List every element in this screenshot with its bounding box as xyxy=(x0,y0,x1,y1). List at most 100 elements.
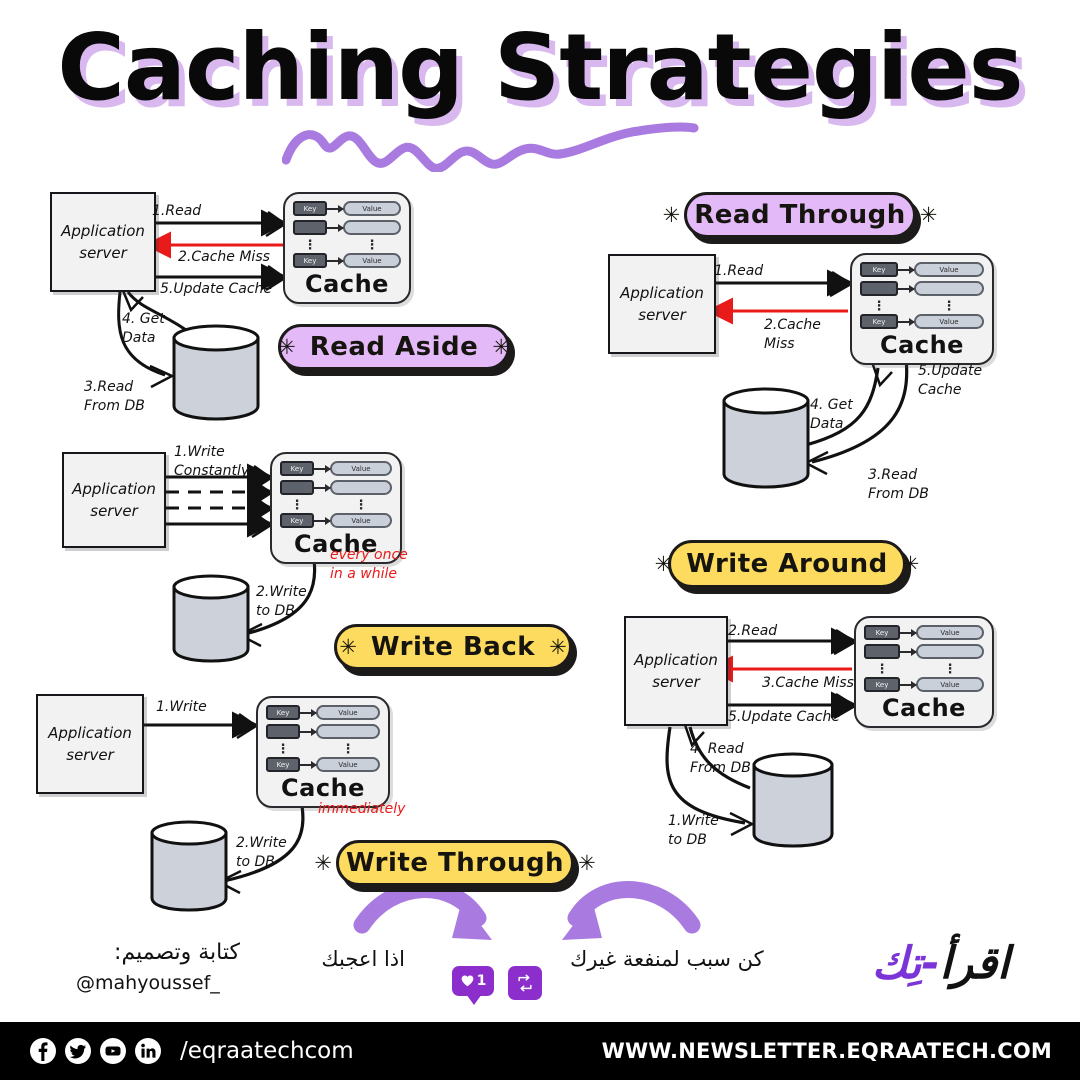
write-back-database xyxy=(172,574,250,663)
footer-bar: /eqraatechcom WWW.NEWSLETTER.EQRAATECH.C… xyxy=(0,1022,1080,1080)
cache-value-cell-empty xyxy=(316,724,380,739)
cache-row: Key Value xyxy=(280,461,392,476)
linkedin-icon[interactable] xyxy=(135,1038,161,1064)
cache-value-cell: Value xyxy=(914,314,984,329)
cache-key-cell-empty xyxy=(864,644,900,659)
youtube-icon[interactable] xyxy=(100,1038,126,1064)
cache-row xyxy=(266,724,380,739)
cta-left-text: اذا اعجبك xyxy=(321,947,405,971)
brand-logo-separator: - xyxy=(921,938,941,989)
write-around-step-2: 2.Read xyxy=(728,623,778,639)
read-aside-application-server: Application server xyxy=(50,192,156,292)
read-aside-cache: Key Value ⋮ ⋮ Key Value Cache xyxy=(283,192,411,304)
server-label-line1: Application xyxy=(620,283,704,302)
cache-key-cell: Key xyxy=(280,461,314,476)
kv-arrow-icon xyxy=(900,680,917,689)
cache-key-cell-empty xyxy=(293,220,327,235)
cache-key-cell: Key xyxy=(864,677,900,692)
write-through-cache: Key Value ⋮ ⋮ Key Value Cache xyxy=(256,696,390,808)
read-through-application-server: Application server xyxy=(608,254,716,354)
star-icon: ✳ xyxy=(549,634,567,659)
write-around-database xyxy=(752,752,834,848)
cache-key-cell-empty xyxy=(266,724,300,739)
kv-arrow-icon xyxy=(898,265,915,274)
repost-button[interactable] xyxy=(508,966,542,1000)
star-icon: ✳ xyxy=(278,334,296,359)
badge-label: Write Around xyxy=(686,549,888,579)
cache-ellipsis-row: ⋮ ⋮ xyxy=(875,662,957,677)
cache-key-cell: Key xyxy=(280,513,314,528)
kv-arrow-icon xyxy=(327,256,344,265)
brand-logo-purple: تِك xyxy=(872,938,923,989)
kv-arrow-icon xyxy=(300,708,317,717)
cache-row xyxy=(860,281,984,296)
badge-label: Write Back xyxy=(370,632,536,662)
badge-read-through: ✳ Read Through ✳ xyxy=(663,192,937,238)
facebook-icon[interactable] xyxy=(30,1038,56,1064)
star-icon: ✳ xyxy=(654,551,673,576)
write-back-annotation: every once in a while xyxy=(330,547,408,582)
read-through-step-1: 1.Read xyxy=(714,263,764,279)
read-aside-step-4: 4. Get Data xyxy=(122,311,165,346)
write-around-step-1: 1.Write to DB xyxy=(668,813,719,848)
credits-arabic-label: كتابة وتصميم: xyxy=(114,940,240,965)
page-title: Caching Strategies xyxy=(57,14,1023,121)
footer-website[interactable]: WWW.NEWSLETTER.EQRAATECH.COM xyxy=(602,1039,1052,1063)
server-label-line1: Application xyxy=(61,221,145,240)
cache-row: Key Value xyxy=(280,513,392,528)
read-through-step-3: 3.Read From DB xyxy=(868,467,929,502)
cache-value-cell-empty xyxy=(916,644,984,659)
cache-row xyxy=(293,220,401,235)
star-icon: ✳ xyxy=(662,202,681,227)
cache-row: Key Value xyxy=(293,253,401,268)
star-icon: ✳ xyxy=(492,334,510,359)
write-through-step-2: 2.Write to DB xyxy=(236,835,287,870)
kv-arrow-icon xyxy=(314,464,331,473)
write-around-step-5: 5.Update Cache xyxy=(728,709,841,725)
cache-value-cell-empty xyxy=(914,281,984,296)
write-back-step-1: 1.Write Constantly xyxy=(174,444,250,479)
infographic-canvas: Caching Strategies Application server Ke… xyxy=(0,0,1080,1080)
kv-arrow-icon xyxy=(900,628,917,637)
cache-value-cell: Value xyxy=(316,705,380,720)
cache-row: Key Value xyxy=(864,625,984,640)
kv-arrow-icon xyxy=(900,647,917,656)
cache-key-cell-empty xyxy=(280,480,314,495)
kv-arrow-icon xyxy=(314,516,331,525)
server-label-line2: server xyxy=(90,502,138,520)
twitter-icon[interactable] xyxy=(65,1038,91,1064)
write-around-cache: Key Value ⋮ ⋮ Key Value Cache xyxy=(854,616,994,728)
write-through-database xyxy=(150,820,228,912)
read-through-step-5: 5.Update Cache xyxy=(918,363,983,398)
like-count: 1 xyxy=(476,973,487,989)
footer-handle[interactable]: /eqraatechcom xyxy=(180,1038,354,1064)
cache-value-cell: Value xyxy=(916,625,984,640)
cache-key-cell: Key xyxy=(860,262,898,277)
cache-ellipsis-row: ⋮ ⋮ xyxy=(290,498,368,513)
cache-row: Key Value xyxy=(266,705,380,720)
badge-read-aside: ✳ Read Aside ✳ xyxy=(278,324,510,370)
cache-key-cell: Key xyxy=(266,705,300,720)
read-aside-step-2: 2.Cache Miss xyxy=(178,249,270,265)
write-around-step-3: 3.Cache Miss xyxy=(762,675,854,691)
read-aside-step-3: 3.Read From DB xyxy=(84,379,145,414)
server-label-line2: server xyxy=(79,244,127,262)
like-button[interactable]: 1 xyxy=(452,966,494,1005)
kv-arrow-icon xyxy=(300,760,317,769)
read-through-database xyxy=(722,387,810,489)
badge-label: Write Through xyxy=(345,848,565,878)
social-links: /eqraatechcom xyxy=(30,1038,354,1064)
read-aside-database xyxy=(172,324,260,421)
cache-value-cell-empty xyxy=(330,480,392,495)
write-through-annotation: immediately xyxy=(318,801,406,817)
cache-key-cell: Key xyxy=(293,253,327,268)
cache-row: Key Value xyxy=(860,314,984,329)
repost-icon xyxy=(518,974,532,992)
brand-logo-black: اقرأ xyxy=(939,938,1012,989)
write-around-step-4: 4. Read From DB xyxy=(690,741,751,776)
badge-write-back: ✳ Write Back ✳ xyxy=(334,624,572,670)
kv-arrow-icon xyxy=(327,223,344,232)
cache-title: Cache xyxy=(305,270,389,298)
cache-ellipsis-row: ⋮ ⋮ xyxy=(303,238,379,253)
server-label-line1: Application xyxy=(634,650,718,669)
